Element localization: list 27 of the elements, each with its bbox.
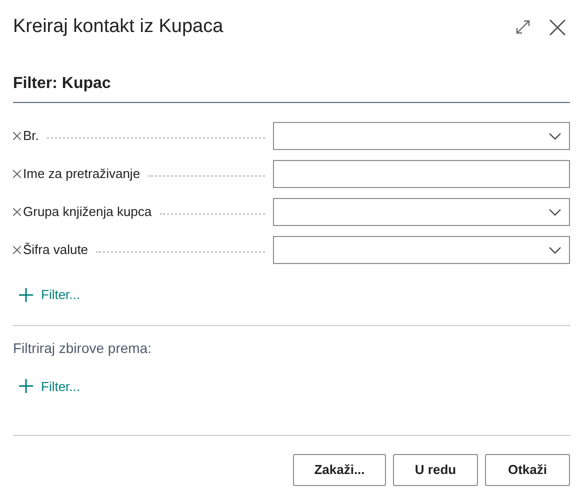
- dropdown-field[interactable]: [273, 236, 570, 264]
- dialog-button[interactable]: Otkaži: [485, 454, 570, 486]
- field-label: Grupa knjiženja kupca: [23, 203, 152, 222]
- dialog-button[interactable]: U redu: [393, 454, 478, 486]
- plus-icon: [19, 288, 33, 302]
- field-label: Br.: [23, 127, 39, 146]
- remove-filter-icon[interactable]: [13, 132, 21, 140]
- add-filter-link[interactable]: Filter...: [19, 285, 80, 304]
- field-label: Šifra valute: [23, 241, 88, 260]
- input-field[interactable]: [273, 160, 570, 188]
- chevron-down-icon: [549, 132, 561, 140]
- chevron-down-icon: [549, 246, 561, 254]
- section-title: Filtriraj zbirove prema:: [13, 338, 152, 358]
- close-icon[interactable]: [549, 18, 566, 36]
- plus-icon: [19, 379, 33, 394]
- window-title: Kreiraj kontakt iz Kupaca: [13, 14, 224, 39]
- dropdown-field[interactable]: [273, 122, 570, 150]
- field-label: Ime za pretraživanje: [23, 165, 140, 184]
- expand-icon[interactable]: [515, 19, 531, 35]
- section-title: Filter: Kupac: [13, 75, 111, 92]
- add-filter-link[interactable]: Filter...: [19, 376, 80, 396]
- dialog-button[interactable]: Zakaži...: [293, 454, 386, 486]
- remove-filter-icon[interactable]: [13, 170, 21, 178]
- remove-filter-icon[interactable]: [13, 246, 21, 254]
- dropdown-field[interactable]: [273, 198, 570, 226]
- chevron-down-icon: [549, 208, 561, 216]
- remove-filter-icon[interactable]: [13, 208, 21, 216]
